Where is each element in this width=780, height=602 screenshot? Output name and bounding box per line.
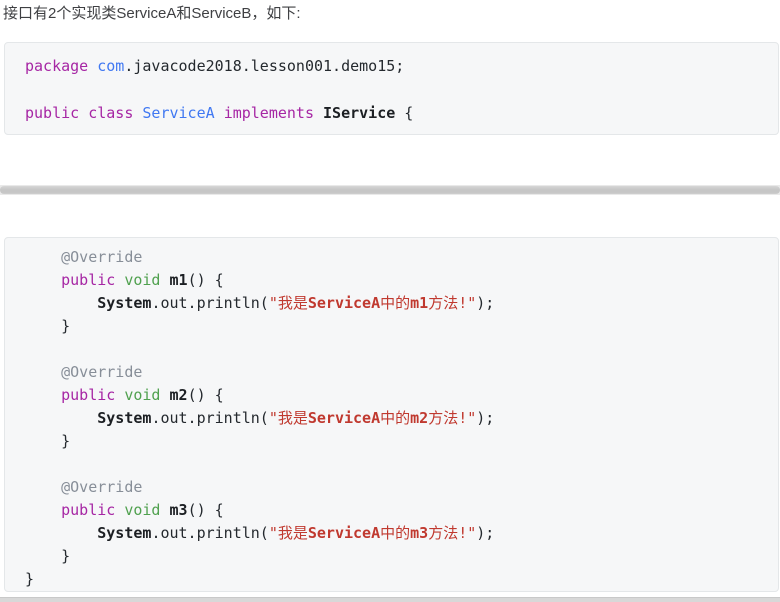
code-line: @Override [25, 246, 758, 269]
code-line [25, 79, 758, 103]
code-block-package-declaration: package com.javacode2018.lesson001.demo1… [4, 42, 779, 135]
code-line: } [25, 430, 758, 453]
code-line [25, 453, 758, 476]
code-line: package com.javacode2018.lesson001.demo1… [25, 55, 758, 79]
code-line: System.out.println("我是ServiceA中的m3方法!"); [25, 522, 758, 545]
code-line: @Override [25, 361, 758, 384]
code-line [25, 338, 758, 361]
code-line: public void m3() { [25, 499, 758, 522]
code-line: public class ServiceA implements IServic… [25, 102, 758, 126]
article-page: 接口有2个实现类ServiceA和ServiceB，如下: package co… [0, 0, 780, 602]
code-line: public void m2() { [25, 384, 758, 407]
code-block-service-methods: @Override public void m1() { System.out.… [4, 237, 779, 592]
code-line: System.out.println("我是ServiceA中的m1方法!"); [25, 292, 758, 315]
code-line: System.out.println("我是ServiceA中的m2方法!"); [25, 407, 758, 430]
code-line: } [25, 315, 758, 338]
intro-text: 接口有2个实现类ServiceA和ServiceB，如下: [3, 3, 301, 25]
code-line: } [25, 545, 758, 568]
horizontal-scrollbar[interactable] [0, 185, 780, 195]
code-line: } [25, 568, 758, 591]
code-line: @Override [25, 476, 758, 499]
code-line: public void m1() { [25, 269, 758, 292]
bottom-divider [0, 597, 780, 602]
scrollbar-thumb[interactable] [0, 186, 780, 194]
